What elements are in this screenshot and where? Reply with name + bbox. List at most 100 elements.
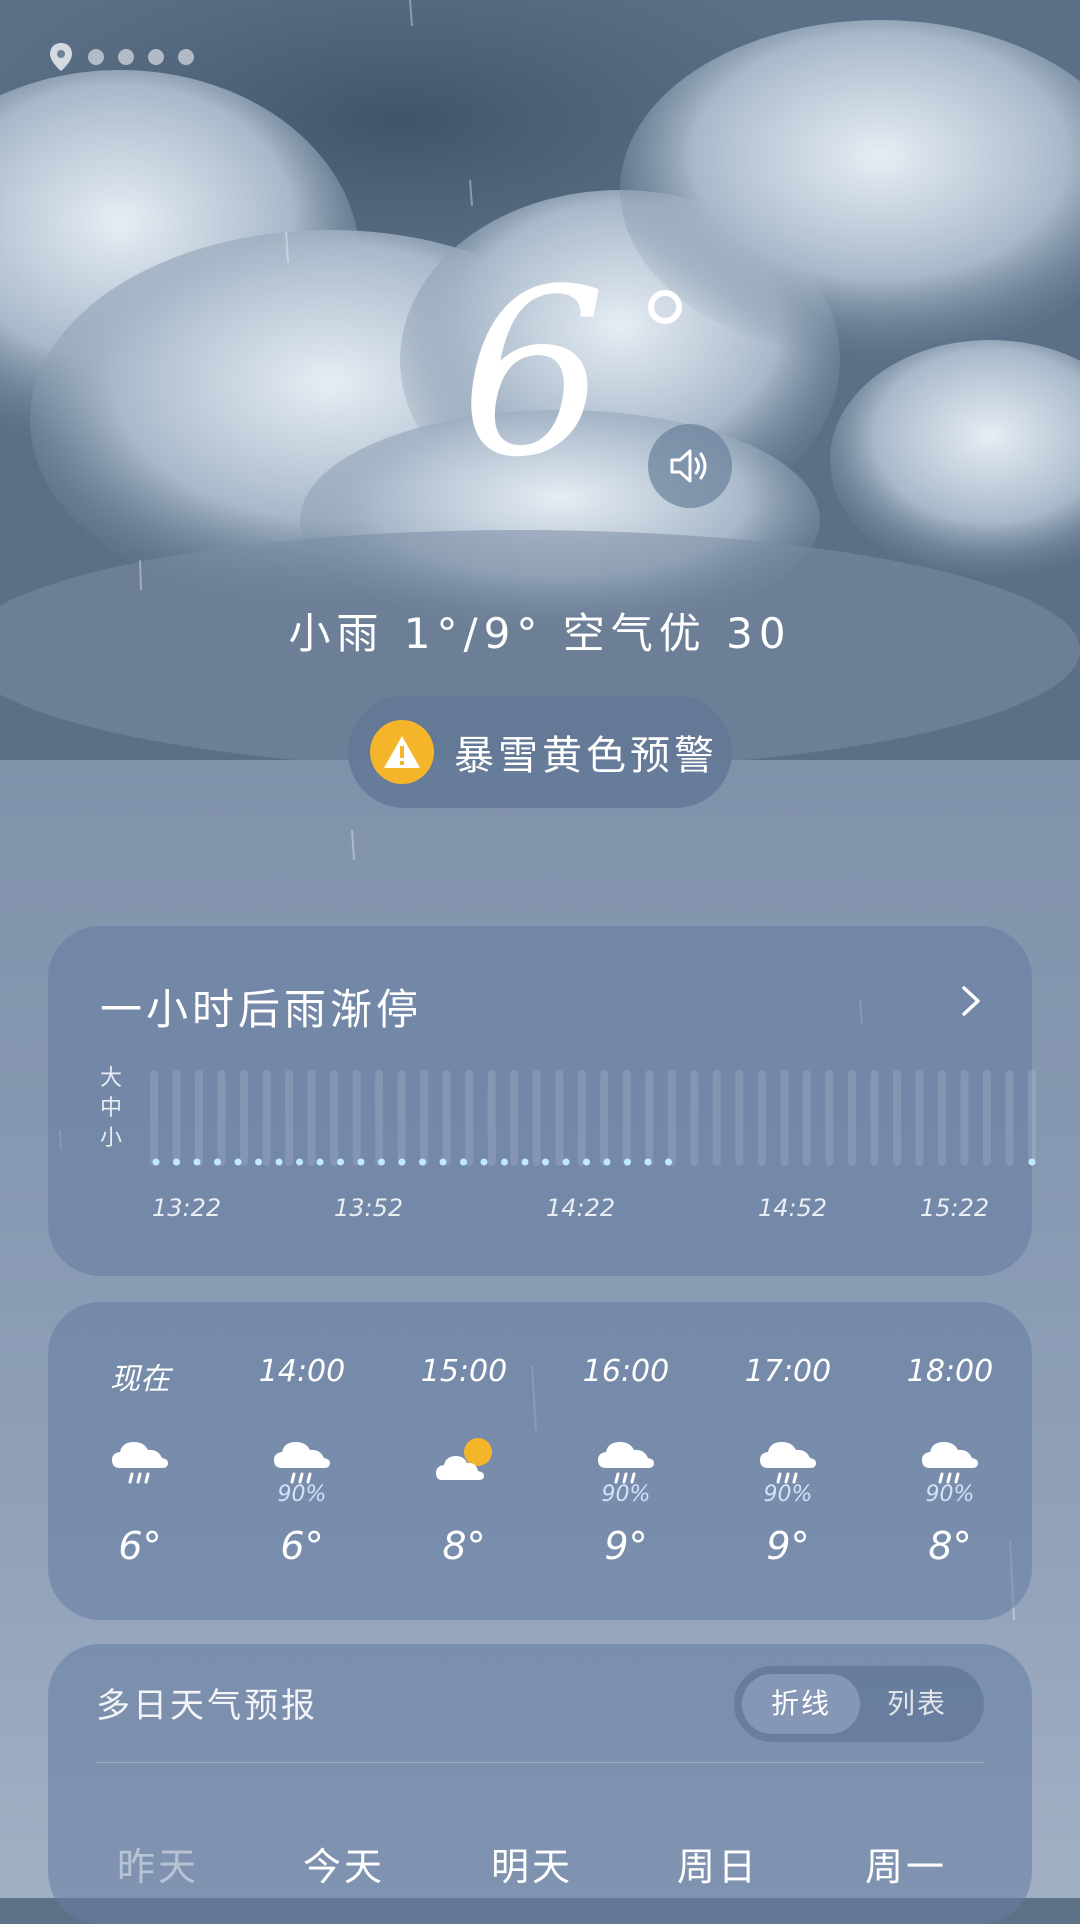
precip-bar — [690, 1070, 699, 1166]
precip-bar — [352, 1070, 361, 1166]
precip-dot — [562, 1158, 570, 1166]
hourly-forecast-card[interactable]: 现在 6° 14:00 90% 6° 15:00 8° 16:00 90% 9° 17:00 90% 9… — [48, 1302, 1032, 1620]
precip-bar — [532, 1070, 541, 1166]
location-pager[interactable] — [48, 42, 194, 72]
time-tick: 13:52 — [334, 1194, 404, 1222]
precip-bar — [915, 1070, 924, 1166]
time-tick: 14:52 — [758, 1194, 828, 1222]
page-dot — [118, 49, 134, 65]
precip-bar — [735, 1070, 744, 1166]
hour-time: 14:00 — [258, 1354, 346, 1389]
precip-bar — [150, 1070, 158, 1166]
weather-alert-button[interactable]: 暴雪黄色预警 — [348, 696, 732, 808]
time-axis: 13:22 13:52 14:22 14:52 15:22 — [48, 1194, 1032, 1224]
hour-time: 17:00 — [744, 1354, 832, 1389]
precip-dot — [583, 1158, 590, 1166]
toggle-line-chart[interactable]: 折线 — [742, 1674, 860, 1734]
precipitation-probability: 90% — [601, 1482, 651, 1507]
minutely-precipitation-card[interactable]: 一小时后雨渐停 大 中 小 13:22 13:52 14:22 14:52 15… — [48, 926, 1036, 1276]
cloud-sun-icon — [436, 1438, 492, 1480]
precip-bar — [847, 1070, 856, 1166]
precip-dot — [439, 1158, 447, 1166]
view-toggle[interactable]: 折线 列表 — [734, 1666, 984, 1742]
precip-bar — [645, 1070, 654, 1166]
day-label: 明天 — [490, 1845, 573, 1889]
time-tick: 14:22 — [546, 1194, 616, 1222]
hour-time: 16:00 — [582, 1354, 670, 1389]
precip-bar — [937, 1070, 946, 1166]
time-tick: 15:22 — [920, 1194, 990, 1222]
precip-bar — [330, 1070, 339, 1166]
precip-bar — [442, 1070, 451, 1166]
precip-bar — [172, 1070, 181, 1166]
precip-dot — [152, 1158, 160, 1166]
precipitation-probability: 90% — [763, 1482, 813, 1507]
hour-temperature: 9° — [766, 1524, 810, 1568]
time-tick: 13:22 — [152, 1194, 222, 1222]
chevron-right-icon[interactable] — [954, 984, 988, 1018]
precip-dot — [378, 1158, 385, 1166]
precip-dot — [419, 1158, 426, 1166]
toggle-list[interactable]: 列表 — [858, 1674, 976, 1734]
precip-dot — [296, 1158, 303, 1166]
voice-broadcast-button[interactable] — [648, 424, 732, 508]
precip-dot — [234, 1158, 242, 1166]
degree-symbol — [648, 290, 682, 324]
precip-bar — [600, 1070, 609, 1166]
precip-bar — [195, 1070, 204, 1166]
precip-bar — [577, 1070, 586, 1166]
hour-time: 18:00 — [906, 1354, 994, 1389]
precip-bar — [510, 1070, 519, 1166]
precipitation-probability: 90% — [925, 1482, 975, 1507]
precip-bar — [1005, 1070, 1014, 1166]
precip-bar — [375, 1070, 384, 1166]
precip-bar — [757, 1070, 766, 1166]
precip-dot — [460, 1158, 467, 1166]
precip-dot — [275, 1158, 283, 1166]
precip-bar — [825, 1070, 834, 1166]
precip-bar — [870, 1070, 879, 1166]
hour-temperature: 9° — [604, 1524, 648, 1568]
precip-dot — [193, 1158, 201, 1166]
hour-temperature: 8° — [928, 1524, 972, 1568]
precip-dot — [173, 1158, 180, 1166]
precip-bar — [667, 1070, 676, 1166]
precip-bar — [960, 1070, 969, 1166]
warning-icon — [370, 720, 434, 784]
day-label: 周日 — [676, 1845, 759, 1889]
precip-bar — [622, 1070, 631, 1166]
hour-temperature: 6° — [118, 1524, 162, 1568]
daily-forecast-card[interactable]: 多日天气预报 折线 列表 昨天 今天 明天 周日 周一 — [48, 1644, 1032, 1924]
precip-bar — [217, 1070, 226, 1166]
minutely-title: 一小时后雨渐停 — [100, 985, 423, 1034]
location-pin-icon — [50, 43, 72, 71]
precip-dot — [357, 1158, 365, 1166]
daily-title: 多日天气预报 — [96, 1686, 318, 1726]
precip-bar — [892, 1070, 901, 1166]
alert-text: 暴雪黄色预警 — [454, 733, 718, 779]
precipitation-chart — [150, 1070, 1036, 1166]
precip-dot — [214, 1158, 221, 1166]
precip-bar — [1028, 1070, 1036, 1166]
intensity-medium: 中 — [100, 1096, 123, 1121]
precip-bar — [555, 1070, 564, 1166]
precip-bar — [780, 1070, 789, 1166]
precip-bar — [802, 1070, 811, 1166]
page-dot — [148, 49, 164, 65]
intensity-scale: 大 中 小 — [100, 1064, 122, 1154]
cloud-rain-icon — [112, 1442, 168, 1484]
intensity-light: 小 — [100, 1126, 123, 1151]
precip-dot — [255, 1158, 262, 1166]
day-label: 今天 — [302, 1845, 385, 1889]
page-dot — [88, 49, 104, 65]
precipitation-probability: 90% — [277, 1482, 327, 1507]
precip-dot — [1028, 1158, 1036, 1166]
precip-dot — [624, 1158, 631, 1166]
divider — [96, 1762, 984, 1763]
day-label: 周一 — [864, 1845, 947, 1889]
precip-dot — [337, 1158, 344, 1166]
precip-bar — [262, 1070, 271, 1166]
page-dot — [178, 49, 194, 65]
precip-bar — [240, 1070, 249, 1166]
weather-summary[interactable]: 小雨 1°/9° 空气优 30 — [0, 600, 1080, 661]
